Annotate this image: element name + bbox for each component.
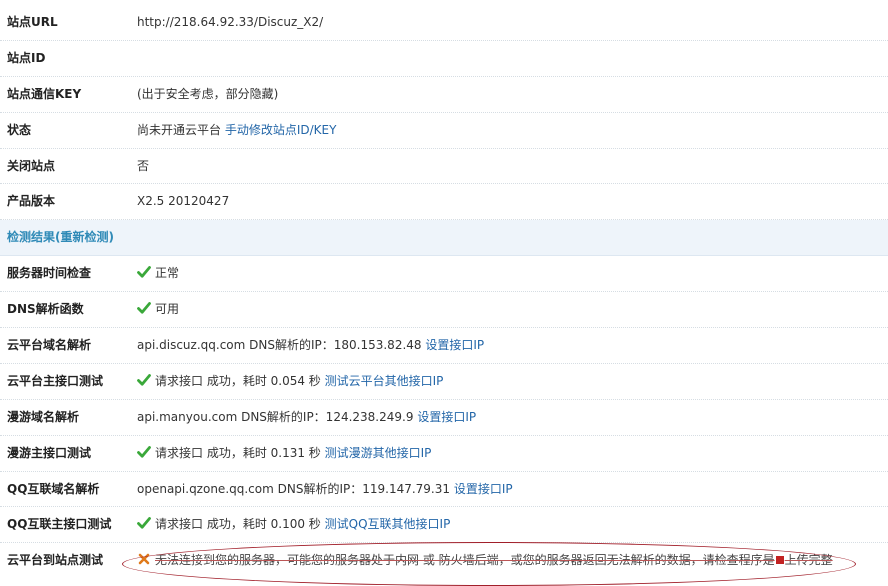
action-link[interactable]: 手动修改站点ID/KEY [225,123,337,137]
value-text: X2.5 20120427 [137,194,230,209]
row-label: 站点ID [7,50,46,65]
row-value: 正常 [137,256,179,291]
check-icon [137,517,151,530]
status-text: 请求接口 成功，耗时 0.100 秒 [155,517,321,532]
row-value: api.discuz.qq.com DNS解析的IP：180.153.82.48… [137,328,484,363]
table-row: QQ互联主接口测试 请求接口 成功，耗时 0.100 秒 测试QQ互联其他接口IP [0,507,888,544]
check-icon [137,374,151,386]
row-label: 服务器时间检查 [7,266,92,281]
row-label: 云平台域名解析 [7,338,92,353]
table-row: 状态 尚未开通云平台 手动修改站点ID/KEY [0,113,888,149]
check-results-header: 检测结果(重新检测) [0,220,888,257]
status-text: 请求接口 成功，耗时 0.131 秒 [155,445,321,460]
table-row: 云平台主接口测试 请求接口 成功，耗时 0.054 秒 测试云平台其他接口IP [0,364,888,400]
row-value: http://218.64.92.33/Discuz_X2/ [137,5,323,40]
row-label: 站点URL [7,15,58,29]
status-text: openapi.qzone.qq.com DNS解析的IP：119.147.79… [137,481,451,496]
recheck-link[interactable]: 重新检测 [61,230,109,244]
row-label: 产品版本 [7,194,56,209]
action-link[interactable]: 设置接口IP [425,338,484,352]
value-text: (出于安全考虑，部分隐藏) [137,86,279,101]
check-icon [137,266,151,278]
row-value: 请求接口 成功，耗时 0.100 秒 测试QQ互联其他接口IP [137,507,450,542]
check-icon [137,302,151,314]
table-row: 云平台域名解析 api.discuz.qq.com DNS解析的IP：180.15… [0,328,888,364]
cross-icon [138,554,150,565]
error-message-tail: 上传完整 [784,553,833,568]
row-label: 云平台到站点测试 [7,553,104,568]
table-row: 云平台到站点测试 无法连接到您的服务器，可能您的服务器处于内网 或 防火墙后端，… [0,543,888,579]
row-value: 请求接口 成功，耗时 0.131 秒 测试漫游其他接口IP [137,436,431,471]
table-row: 漫游主接口测试 请求接口 成功，耗时 0.131 秒 测试漫游其他接口IP [0,436,888,472]
row-value: openapi.qzone.qq.com DNS解析的IP：119.147.79… [137,472,513,507]
row-value: 无法连接到您的服务器，可能您的服务器处于内网 或 防火墙后端，或您的服务器返回无… [137,543,833,578]
error-message: 无法连接到您的服务器，可能您的服务器处于内网 或 防火墙后端，或您的服务器返回无… [155,553,775,568]
row-value: 尚未开通云平台 手动修改站点ID/KEY [137,113,336,148]
section-title-text: 检测结果 [7,230,56,245]
row-value: X2.5 20120427 [137,184,229,219]
action-link[interactable]: 测试QQ互联其他接口IP [325,517,451,531]
row-value: 请求接口 成功，耗时 0.054 秒 测试云平台其他接口IP [137,364,443,399]
table-row: 产品版本 X2.5 20120427 [0,184,888,221]
status-text: 可用 [155,302,180,317]
row-label: 漫游域名解析 [7,409,80,424]
table-row: 站点ID [0,41,888,77]
table-row: 服务器时间检查 正常 [0,256,888,293]
action-link[interactable]: 测试漫游其他接口IP [325,446,432,460]
value-text: http://218.64.92.33/Discuz_X2/ [137,15,324,29]
value-text: 否 [137,158,150,173]
row-label: 状态 [7,122,32,137]
paren-close: ) [108,230,114,245]
table-row: 关闭站点 否 [0,149,888,185]
table-row: QQ互联域名解析 openapi.qzone.qq.com DNS解析的IP：11… [0,472,888,508]
row-label: QQ互联域名解析 [7,481,100,496]
row-value: 可用 [137,292,179,327]
table-row: 站点通信KEY (出于安全考虑，部分隐藏) [0,77,888,113]
table-row: 漫游域名解析 api.manyou.com DNS解析的IP：124.238.24… [0,400,888,436]
row-label: 云平台主接口测试 [7,373,104,388]
table-row: DNS解析函数 可用 [0,292,888,329]
highlight-marker [775,556,784,565]
row-label: QQ互联主接口测试 [7,517,112,532]
row-value: api.manyou.com DNS解析的IP：124.238.249.9 设置… [137,400,476,435]
action-link[interactable]: 设置接口IP [417,410,476,424]
check-results-title: 检测结果(重新检测) [7,220,114,255]
status-text: 正常 [155,266,180,281]
cloud-settings-table: 站点URL http://218.64.92.33/Discuz_X2/站点ID 站… [0,5,888,579]
status-text: api.discuz.qq.com DNS解析的IP：180.153.82.48 [137,338,422,353]
table-row: 站点URL http://218.64.92.33/Discuz_X2/ [0,5,888,41]
row-label: DNS解析函数 [7,302,84,317]
check-icon [137,445,151,458]
status-text: 请求接口 成功，耗时 0.054 秒 [155,373,321,388]
action-link[interactable]: 设置接口IP [454,482,513,496]
value-text: 尚未开通云平台 [137,122,222,137]
row-label: 关闭站点 [7,158,56,173]
action-link[interactable]: 测试云平台其他接口IP [325,374,444,388]
row-label: 漫游主接口测试 [7,445,92,460]
status-text: api.manyou.com DNS解析的IP：124.238.249.9 [137,409,414,424]
row-value: 否 [137,149,149,184]
row-value: (出于安全考虑，部分隐藏) [137,77,278,112]
row-label: 站点通信KEY [7,86,82,101]
